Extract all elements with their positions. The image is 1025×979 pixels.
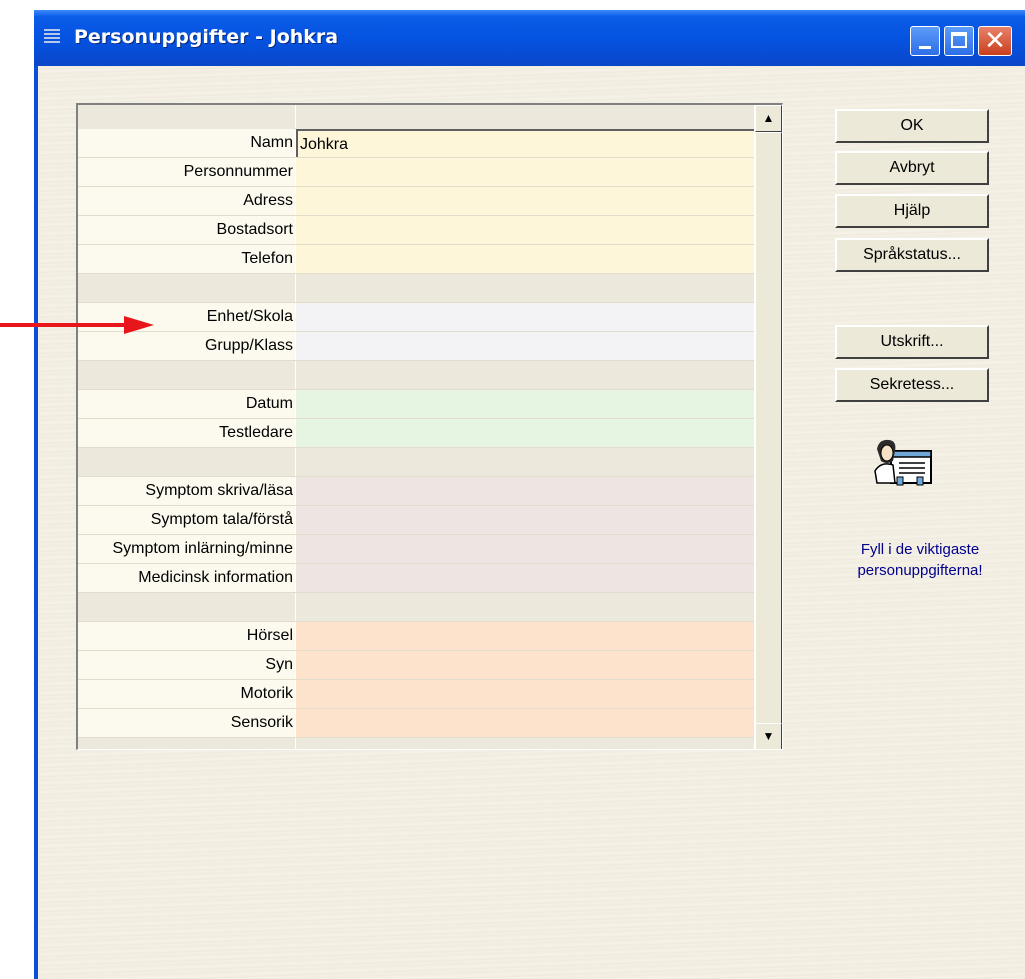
vertical-scrollbar[interactable]: ▲ ▼ (755, 105, 782, 749)
scroll-up-icon: ▲ (762, 111, 775, 125)
field-input[interactable] (296, 245, 754, 273)
form-row: Testledare (78, 419, 754, 448)
red-arrow-icon (0, 316, 154, 334)
cancel-button[interactable]: Avbryt (835, 151, 989, 185)
field-label: Motorik (78, 680, 295, 708)
form-row: Bostadsort (78, 216, 754, 245)
separator-label (78, 274, 295, 302)
form-row: Adress (78, 187, 754, 216)
field-input[interactable] (296, 158, 754, 186)
field-label: Symptom skriva/läsa (78, 477, 295, 505)
field-label: Personnummer (78, 158, 295, 186)
field-label: Hörsel (78, 622, 295, 650)
field-input[interactable] (296, 564, 754, 592)
scroll-down-button[interactable]: ▼ (755, 723, 782, 749)
field-label: Testledare (78, 419, 295, 447)
separator-label (78, 361, 295, 389)
close-button[interactable]: ✕ (978, 26, 1012, 56)
separator-value (296, 738, 754, 749)
field-label: Adress (78, 187, 295, 215)
field-input[interactable] (296, 680, 754, 708)
field-label: Symptom tala/förstå (78, 506, 295, 534)
form-row: Syn (78, 651, 754, 680)
form-row: Namn Johkra (78, 129, 754, 158)
form-row: Motorik (78, 680, 754, 709)
field-input[interactable] (296, 651, 754, 679)
name-field[interactable]: Johkra (296, 129, 754, 157)
field-input[interactable] (296, 535, 754, 563)
app-icon (44, 29, 60, 47)
separator-value (296, 593, 754, 621)
hint-text: Fyll i de viktigaste personuppgifterna! (820, 539, 1020, 581)
scroll-thumb[interactable] (755, 132, 782, 723)
form-row: Hörsel (78, 622, 754, 651)
form-separator-row (78, 448, 754, 477)
field-label: Namn (78, 129, 295, 157)
field-label: Syn (78, 651, 295, 679)
person-with-document-icon (874, 439, 932, 486)
field-label: Grupp/Klass (78, 332, 295, 360)
separator-value (296, 448, 754, 476)
form-separator-row (78, 738, 754, 749)
minimize-button[interactable] (910, 26, 940, 56)
form-row: Personnummer (78, 158, 754, 187)
maximize-icon (951, 32, 967, 48)
separator-value (296, 274, 754, 302)
help-button[interactable]: Hjälp (835, 194, 989, 228)
field-label: Datum (78, 390, 295, 418)
field-input[interactable] (296, 187, 754, 215)
field-input[interactable] (296, 390, 754, 418)
separator-value (296, 361, 754, 389)
field-label: Medicinsk information (78, 564, 295, 592)
close-icon: ✕ (984, 26, 1006, 56)
field-input[interactable] (296, 709, 754, 737)
form-row: Symptom tala/förstå (78, 506, 754, 535)
field-label: Symptom inlärning/minne (78, 535, 295, 563)
form-row: Datum (78, 390, 754, 419)
minimize-icon (919, 46, 931, 49)
field-label: Telefon (78, 245, 295, 273)
form-separator-row (78, 274, 754, 303)
hint-line-2: personuppgifterna! (857, 562, 983, 579)
field-label: Bostadsort (78, 216, 295, 244)
separator-label (78, 738, 295, 749)
form-separator-row (78, 361, 754, 390)
field-input[interactable] (296, 477, 754, 505)
maximize-button[interactable] (944, 26, 974, 56)
form-row: Symptom skriva/läsa (78, 477, 754, 506)
field-input[interactable] (296, 506, 754, 534)
scroll-down-icon: ▼ (762, 729, 775, 743)
privacy-button[interactable]: Sekretess... (835, 368, 989, 402)
form-row: Symptom inlärning/minne (78, 535, 754, 564)
form-rows: Namn Johkra Personnummer Adress Bostadsort Te… (78, 105, 754, 749)
field-input[interactable] (296, 622, 754, 650)
print-button[interactable]: Utskrift... (835, 325, 989, 359)
field-input[interactable] (296, 303, 754, 331)
hint-line-1: Fyll i de viktigaste (860, 541, 980, 558)
form-separator-row (78, 593, 754, 622)
form-row: Telefon (78, 245, 754, 274)
person-data-form: Namn Johkra Personnummer Adress Bostadsort Te… (76, 103, 783, 750)
language-status-button[interactable]: Språkstatus... (835, 238, 989, 272)
field-input[interactable] (296, 216, 754, 244)
form-separator-row (78, 105, 754, 133)
separator-label (78, 448, 295, 476)
separator-label (78, 593, 295, 621)
field-input[interactable] (296, 332, 754, 360)
title-bar[interactable]: Personuppgifter - Johkra ✕ (34, 10, 1025, 66)
form-row: Enhet/Skola (78, 303, 754, 332)
form-row: Medicinsk information (78, 564, 754, 593)
form-row: Sensorik (78, 709, 754, 738)
field-input[interactable] (296, 419, 754, 447)
scroll-up-button[interactable]: ▲ (755, 105, 782, 132)
window-title: Personuppgifter - Johkra (74, 26, 339, 48)
field-label: Sensorik (78, 709, 295, 737)
ok-button[interactable]: OK (835, 109, 989, 143)
form-row: Grupp/Klass (78, 332, 754, 361)
